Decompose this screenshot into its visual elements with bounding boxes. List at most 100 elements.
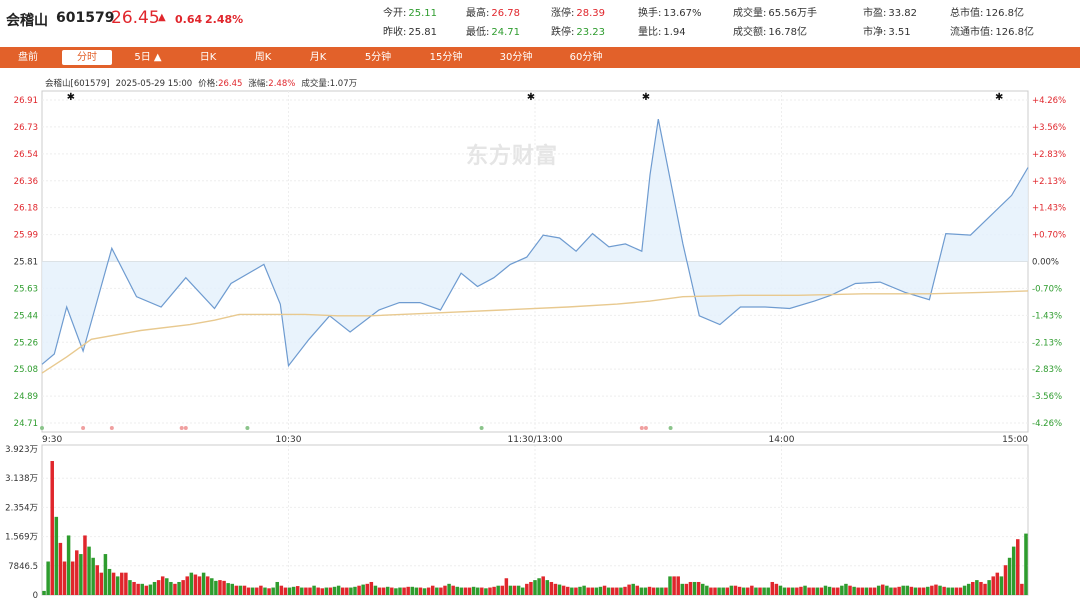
- pct-tick-label: -0.70%: [1032, 284, 1062, 294]
- volume-bar: [827, 586, 832, 595]
- volume-bar: [946, 587, 950, 595]
- volume-bar: [426, 587, 431, 595]
- volume-bar: [463, 587, 468, 595]
- price-tick-label: 26.36: [14, 177, 38, 187]
- volume-bar: [930, 585, 934, 595]
- volume-bar: [218, 580, 222, 595]
- volume-bar: [300, 587, 304, 595]
- volume-bar: [655, 587, 660, 595]
- volume-bar: [995, 572, 1000, 595]
- volume-bar: [590, 587, 595, 595]
- volume-bar: [791, 587, 795, 595]
- volume-bar: [905, 585, 910, 595]
- volume-bar: [136, 583, 140, 595]
- volume-bar: [1007, 557, 1012, 595]
- volume-bar: [795, 587, 799, 595]
- volume-bar: [357, 585, 361, 595]
- volume-bar: [570, 587, 574, 595]
- volume-bar: [46, 561, 50, 595]
- intraday-chart[interactable]: 26.91 +4.26% 26.73 +3.56% 26.54 +2.83% 26.36 +2…: [0, 0, 1080, 605]
- volume-bar: [79, 554, 83, 595]
- volume-bar: [42, 590, 46, 595]
- volume-bar: [582, 585, 586, 595]
- volume-bar: [107, 568, 112, 595]
- time-tick-label: 14:00: [769, 435, 795, 445]
- trade-dot-icon: [479, 426, 484, 430]
- volume-bar: [144, 585, 149, 595]
- volume-tick-label: 3.923万: [5, 445, 38, 455]
- volume-bar: [435, 587, 439, 595]
- volume-bar: [529, 581, 533, 595]
- volume-bar: [782, 587, 787, 595]
- volume-bar: [979, 581, 983, 595]
- volume-bar: [660, 587, 664, 595]
- pct-tick-label: +4.26%: [1032, 96, 1066, 106]
- volume-bar: [475, 587, 480, 595]
- volume-bar: [103, 554, 108, 595]
- volume-bar: [381, 587, 386, 595]
- trade-dot-icon: [183, 426, 188, 430]
- pct-tick-label: -4.26%: [1032, 419, 1062, 429]
- volume-tick-label: 7846.5: [8, 562, 38, 572]
- volume-bar: [533, 580, 537, 595]
- volume-bar: [345, 587, 349, 595]
- volume-bar: [255, 587, 259, 595]
- volume-bar: [1024, 533, 1028, 595]
- volume-bar: [185, 576, 189, 595]
- volume-bar: [312, 585, 316, 595]
- volume-bar: [500, 585, 505, 595]
- volume-bar: [615, 587, 619, 595]
- volume-bar: [349, 587, 353, 595]
- volume-bar: [58, 542, 63, 595]
- volume-bar: [451, 585, 455, 595]
- volume-bar: [754, 587, 758, 595]
- volume-bar: [868, 587, 873, 595]
- volume-bar: [492, 586, 496, 595]
- volume-bar: [496, 585, 500, 595]
- trade-dot-icon: [643, 426, 648, 430]
- volume-bar: [676, 576, 680, 595]
- pct-tick-label: +2.83%: [1032, 150, 1066, 160]
- volume-bar: [328, 587, 333, 595]
- price-tick-label: 25.44: [14, 311, 38, 321]
- volume-bar: [402, 587, 406, 595]
- volume-bar: [876, 585, 881, 595]
- volume-bar: [120, 572, 124, 595]
- volume-bar: [926, 586, 930, 595]
- volume-bar: [831, 587, 836, 595]
- volume-bar: [140, 583, 144, 595]
- volume-bar: [746, 587, 750, 595]
- volume-bar: [639, 587, 644, 595]
- volume-bar: [811, 587, 815, 595]
- price-tick-label: 26.54: [14, 150, 38, 160]
- price-tick-label: 25.63: [14, 284, 38, 294]
- volume-bar: [50, 461, 54, 595]
- volume-bar: [557, 584, 562, 595]
- volume-bar: [623, 586, 627, 595]
- volume-bar: [700, 583, 705, 595]
- volume-bar: [1011, 546, 1016, 595]
- trade-dot-icon: [81, 426, 86, 430]
- volume-bar: [561, 585, 566, 595]
- volume-bar: [598, 586, 603, 595]
- volume-bar: [242, 585, 247, 595]
- volume-bar: [856, 587, 860, 595]
- volume-bar: [860, 587, 865, 595]
- volume-bar: [778, 585, 783, 595]
- volume-bar: [222, 580, 226, 595]
- volume-bar: [741, 587, 746, 595]
- trade-dot-icon: [179, 426, 184, 430]
- volume-bar: [75, 550, 79, 595]
- volume-bar: [124, 572, 128, 595]
- volume-bar: [991, 576, 995, 595]
- trade-dot-icon: [639, 426, 644, 430]
- volume-bar: [836, 587, 840, 595]
- volume-bar: [958, 587, 963, 595]
- volume-bar: [680, 583, 685, 595]
- price-tick-label: 26.73: [14, 123, 38, 133]
- pct-tick-label: +2.13%: [1032, 177, 1066, 187]
- volume-bar: [737, 586, 742, 595]
- volume-bar: [549, 581, 554, 595]
- volume-bar: [287, 587, 292, 595]
- event-marker-icon: ✱: [995, 92, 1003, 103]
